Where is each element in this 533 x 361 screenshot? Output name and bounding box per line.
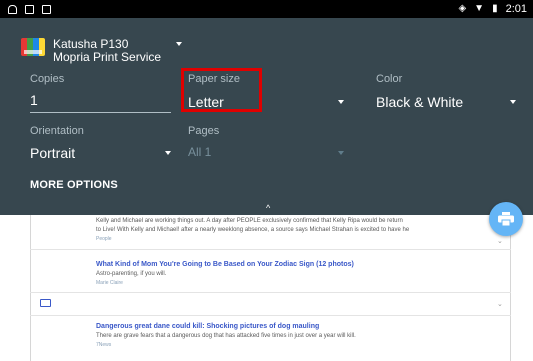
feed-divider [30, 292, 511, 293]
copies-underline [30, 112, 171, 113]
chevron-down-icon[interactable] [176, 42, 182, 46]
item2-source: Marie Claire [96, 280, 123, 286]
item1-snippet-line2: to Live! With Kelly and Michael! after a… [96, 227, 410, 233]
feed-divider [30, 315, 511, 316]
orientation-dropdown-icon[interactable] [165, 151, 171, 155]
news-feed: Kelly and Michael are working things out… [0, 215, 533, 361]
printer-icon [498, 212, 514, 226]
printer-selector[interactable]: Katusha P130 Mopria Print Service [21, 38, 161, 64]
clock: 2:01 [505, 3, 527, 15]
item1-snippet-line1: Kelly and Michael are working things out… [96, 218, 403, 224]
color-label: Color [376, 73, 403, 85]
paper-size-dropdown-icon[interactable] [338, 100, 344, 104]
status-bar: ◈ ▼ ▮ 2:01 [0, 0, 533, 18]
mopria-logo-icon [21, 38, 45, 56]
printer-service: Mopria Print Service [53, 50, 162, 64]
item1-chevron-down-icon[interactable]: ⌄ [497, 237, 503, 245]
item3-source: 7News [96, 342, 112, 348]
image-icon [25, 4, 34, 14]
vibrate-icon: ◈ [458, 3, 467, 14]
highlight-box [181, 68, 262, 112]
collapse-chevron-up-icon[interactable]: ^ [266, 204, 270, 213]
copies-input[interactable]: 1 [30, 92, 38, 108]
item1-source: People [96, 236, 112, 242]
pages-label: Pages [188, 125, 220, 137]
item2-snippet: Astro-parenting, if you will. [96, 271, 167, 277]
orientation-select[interactable]: Portrait [30, 145, 75, 161]
pages-dropdown-icon [338, 151, 344, 155]
print-options-panel: Katusha P130 Mopria Print Service Copies… [0, 18, 533, 215]
print-fab-button[interactable] [489, 202, 523, 236]
wifi-icon: ▼ [474, 3, 485, 14]
item2-chevron-down-icon[interactable]: ⌄ [497, 300, 503, 308]
gallery-icon [40, 299, 51, 307]
color-dropdown-icon[interactable] [510, 100, 516, 104]
item3-title[interactable]: Dangerous great dane could kill: Shockin… [96, 323, 319, 330]
copies-label: Copies [30, 73, 65, 85]
color-select[interactable]: Black & White [376, 94, 463, 110]
item2-title[interactable]: What Kind of Mom You're Going to Be Base… [96, 261, 354, 268]
sd-card-icon [42, 4, 51, 14]
pages-select: All 1 [188, 145, 212, 159]
item3-snippet: There are grave fears that a dangerous d… [96, 333, 356, 339]
notification-icon [8, 4, 17, 14]
battery-icon: ▮ [492, 3, 498, 14]
feed-divider [30, 249, 511, 250]
orientation-label: Orientation [30, 125, 84, 137]
more-options-button[interactable]: MORE OPTIONS [30, 179, 118, 191]
